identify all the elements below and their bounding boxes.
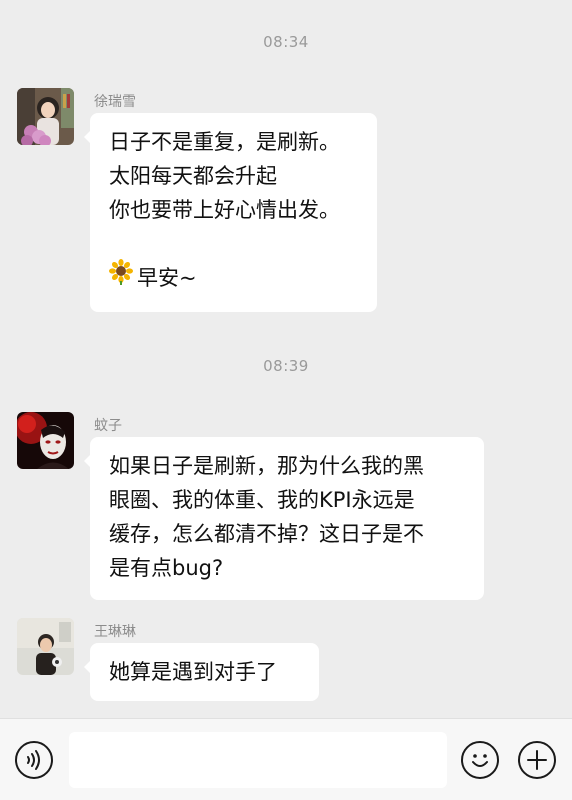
timestamp: 08:39 — [263, 357, 309, 375]
message-text: 眼圈、我的体重、我的KPI永远是 — [109, 488, 415, 512]
message-text: 你也要带上好心情出发。 — [109, 198, 340, 222]
emoji-icon[interactable] — [461, 741, 499, 779]
plus-icon[interactable] — [518, 741, 556, 779]
timestamp: 08:34 — [263, 33, 309, 51]
input-bar — [0, 718, 572, 800]
message-text: 太阳每天都会升起 — [109, 164, 277, 188]
message-text: 早安~ — [137, 266, 197, 290]
message-text: 日子不是重复，是刷新。 — [109, 130, 340, 154]
message-bubble[interactable]: 日子不是重复，是刷新。 太阳每天都会升起 你也要带上好心情出发。 早安~ — [84, 113, 377, 312]
message-input[interactable] — [69, 732, 447, 788]
message-text: 她算是遇到对手了 — [109, 660, 277, 684]
avatar-wenzi[interactable] — [17, 412, 74, 469]
message-text: 缓存，怎么都清不掉？这日子是不 — [109, 522, 424, 546]
avatar-wang-linlin[interactable] — [17, 618, 74, 675]
voice-icon[interactable] — [15, 741, 53, 779]
message-text: 是有点bug? — [109, 556, 224, 580]
sender-name: 王琳琳 — [94, 624, 136, 640]
avatar-xu-ruixue[interactable] — [17, 88, 74, 145]
message-bubble[interactable]: 如果日子是刷新，那为什么我的黑 眼圈、我的体重、我的KPI永远是 缓存，怎么都清… — [84, 437, 484, 600]
message-text: 如果日子是刷新，那为什么我的黑 — [109, 454, 424, 478]
message-bubble[interactable]: 她算是遇到对手了 — [84, 643, 319, 701]
sunflower-emoji — [109, 259, 133, 295]
sender-name: 蚊子 — [94, 418, 122, 434]
chat-area[interactable]: 08:34 徐瑞雪 日子不是重复，是刷新。 太阳每天都会升起 你也要带上好心情出… — [0, 0, 572, 718]
sender-name: 徐瑞雪 — [94, 94, 136, 110]
